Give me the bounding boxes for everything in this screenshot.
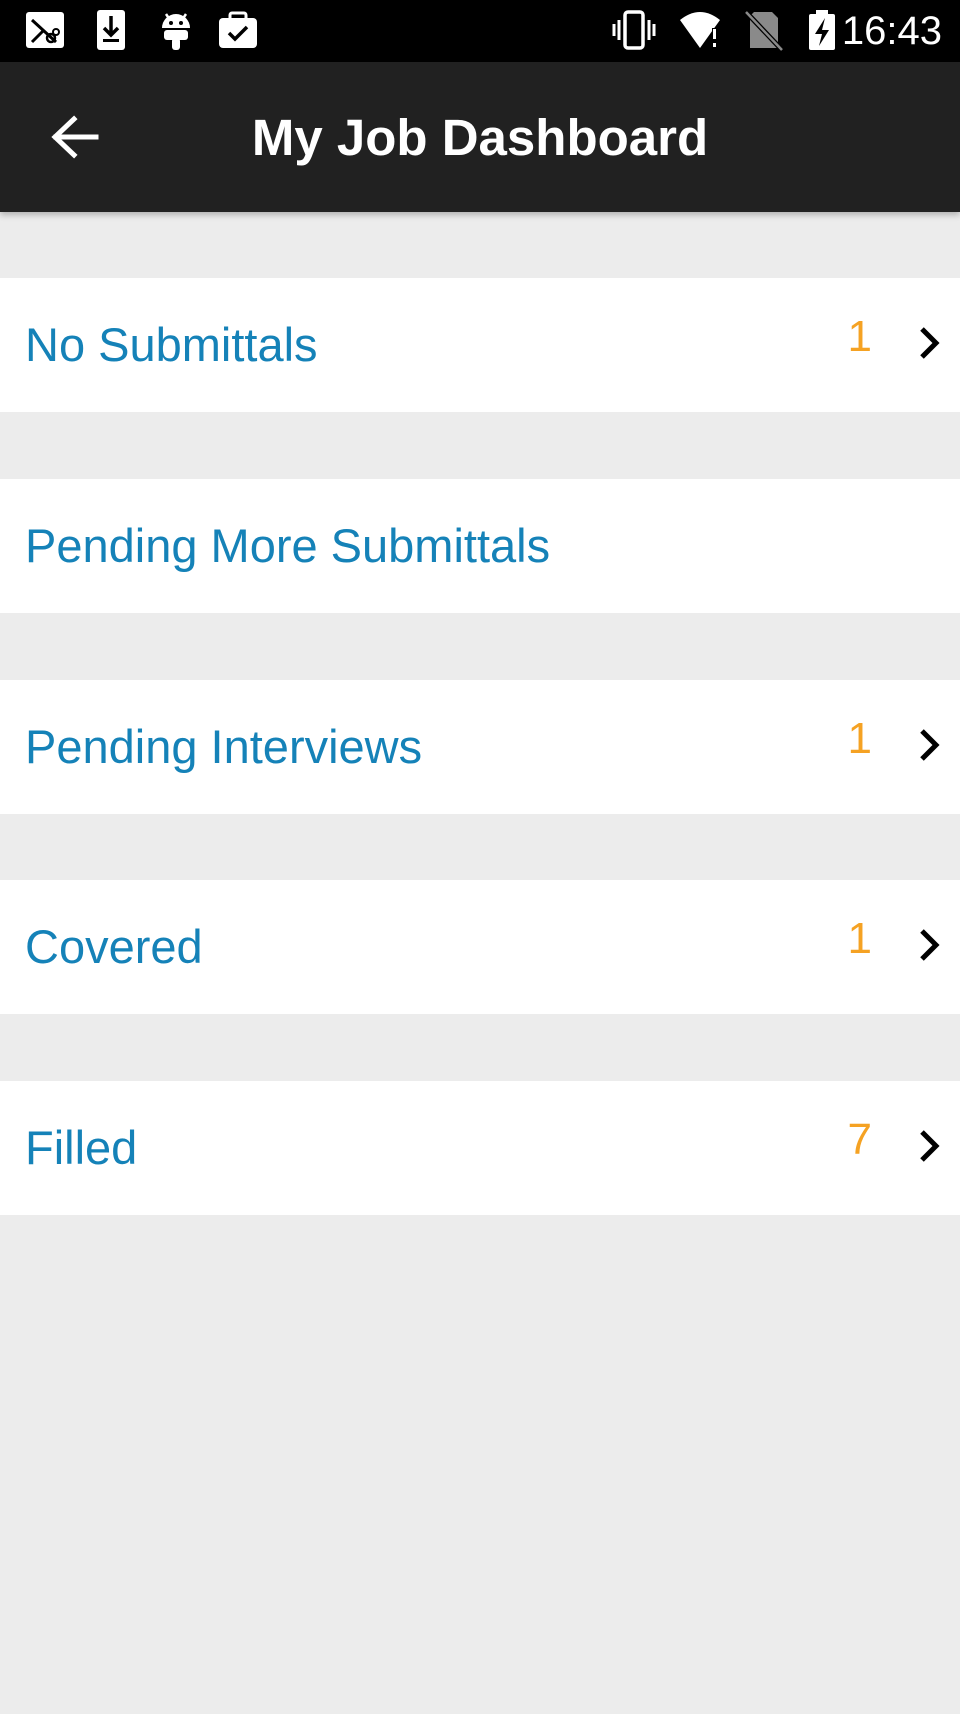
download-icon xyxy=(97,10,125,50)
list-item-count: 1 xyxy=(847,312,872,361)
list-item-pending-interviews[interactable]: Pending Interviews 1 xyxy=(0,680,960,814)
wifi-alert-icon xyxy=(680,12,720,48)
chevron-right-icon xyxy=(920,929,940,961)
list-item-filled[interactable]: Filled 7 xyxy=(0,1081,960,1215)
battery-charging-icon xyxy=(809,10,835,50)
list-item-label: Filled xyxy=(25,1121,138,1174)
chevron-right-icon xyxy=(920,1130,940,1162)
list-item-label: Covered xyxy=(25,920,203,973)
list-item-pending-more-submittals[interactable]: Pending More Submittals xyxy=(0,479,960,613)
list-item-no-submittals[interactable]: No Submittals 1 xyxy=(0,278,960,412)
chevron-right-icon xyxy=(920,729,940,761)
page-title: My Job Dashboard xyxy=(251,109,709,166)
android-icon xyxy=(162,13,190,50)
list-item-label: Pending More Submittals xyxy=(25,519,551,572)
status-bar: 16:43 xyxy=(0,0,960,62)
list-item-label: No Submittals xyxy=(25,318,318,371)
no-sim-icon xyxy=(744,10,784,52)
list-item-label: Pending Interviews xyxy=(25,720,423,773)
app-bar: My Job Dashboard xyxy=(0,62,960,212)
chevron-right-icon xyxy=(920,327,940,359)
list-item-count: 1 xyxy=(847,714,872,763)
scissors-icon xyxy=(26,12,64,48)
list-item-count: 7 xyxy=(847,1115,872,1164)
briefcase-check-icon xyxy=(219,11,257,48)
list-item-covered[interactable]: Covered 1 xyxy=(0,880,960,1014)
list-item-count: 1 xyxy=(847,914,872,963)
vibrate-icon xyxy=(612,10,656,50)
status-time: 16:43 xyxy=(841,9,942,53)
